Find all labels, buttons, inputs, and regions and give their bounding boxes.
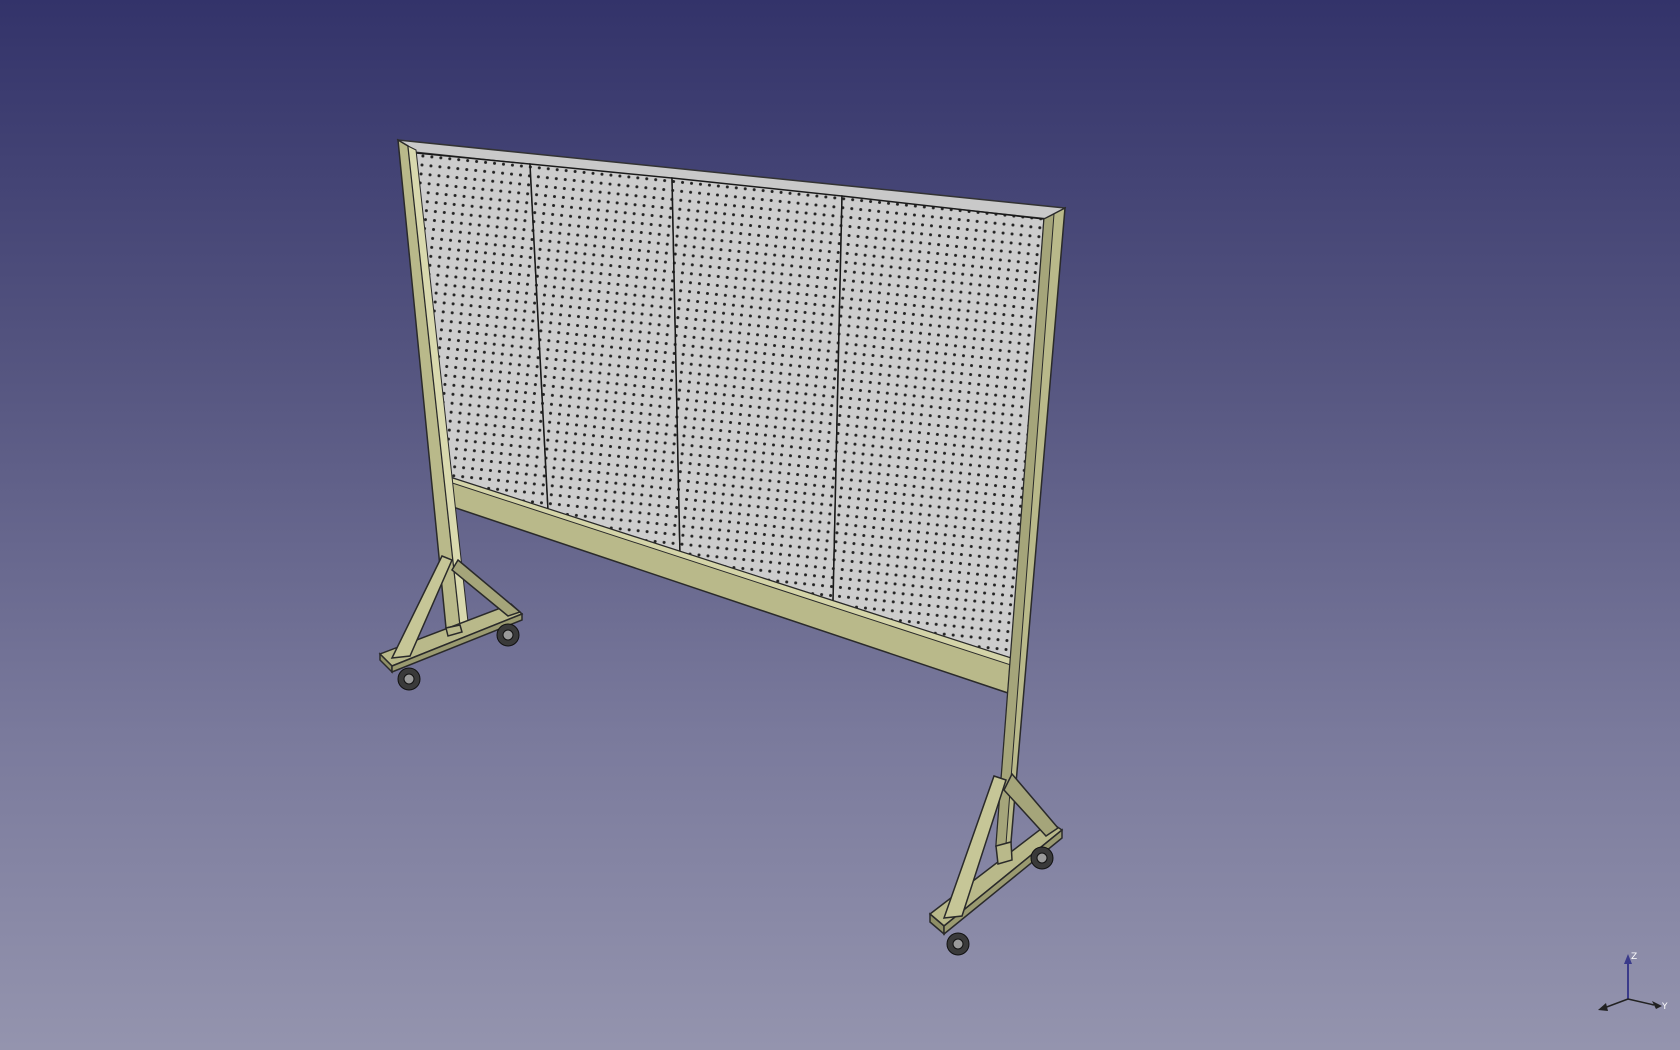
x-axis-arrow <box>1598 1003 1608 1011</box>
y-axis-line <box>1627 998 1655 1006</box>
pegboard-stand-model[interactable] <box>0 0 1680 1050</box>
y-axis-label: Y <box>1661 1002 1668 1012</box>
pegboard-panel-4 <box>832 195 1045 663</box>
pegboard-panel-3 <box>671 177 843 605</box>
3d-viewport[interactable]: Z Y X <box>0 0 1680 1050</box>
axis-cross: Z Y X <box>1598 952 1668 1012</box>
x-axis-line <box>1603 998 1629 1009</box>
pegboard-panel-2 <box>529 163 681 557</box>
z-axis-label: Z <box>1631 952 1637 962</box>
